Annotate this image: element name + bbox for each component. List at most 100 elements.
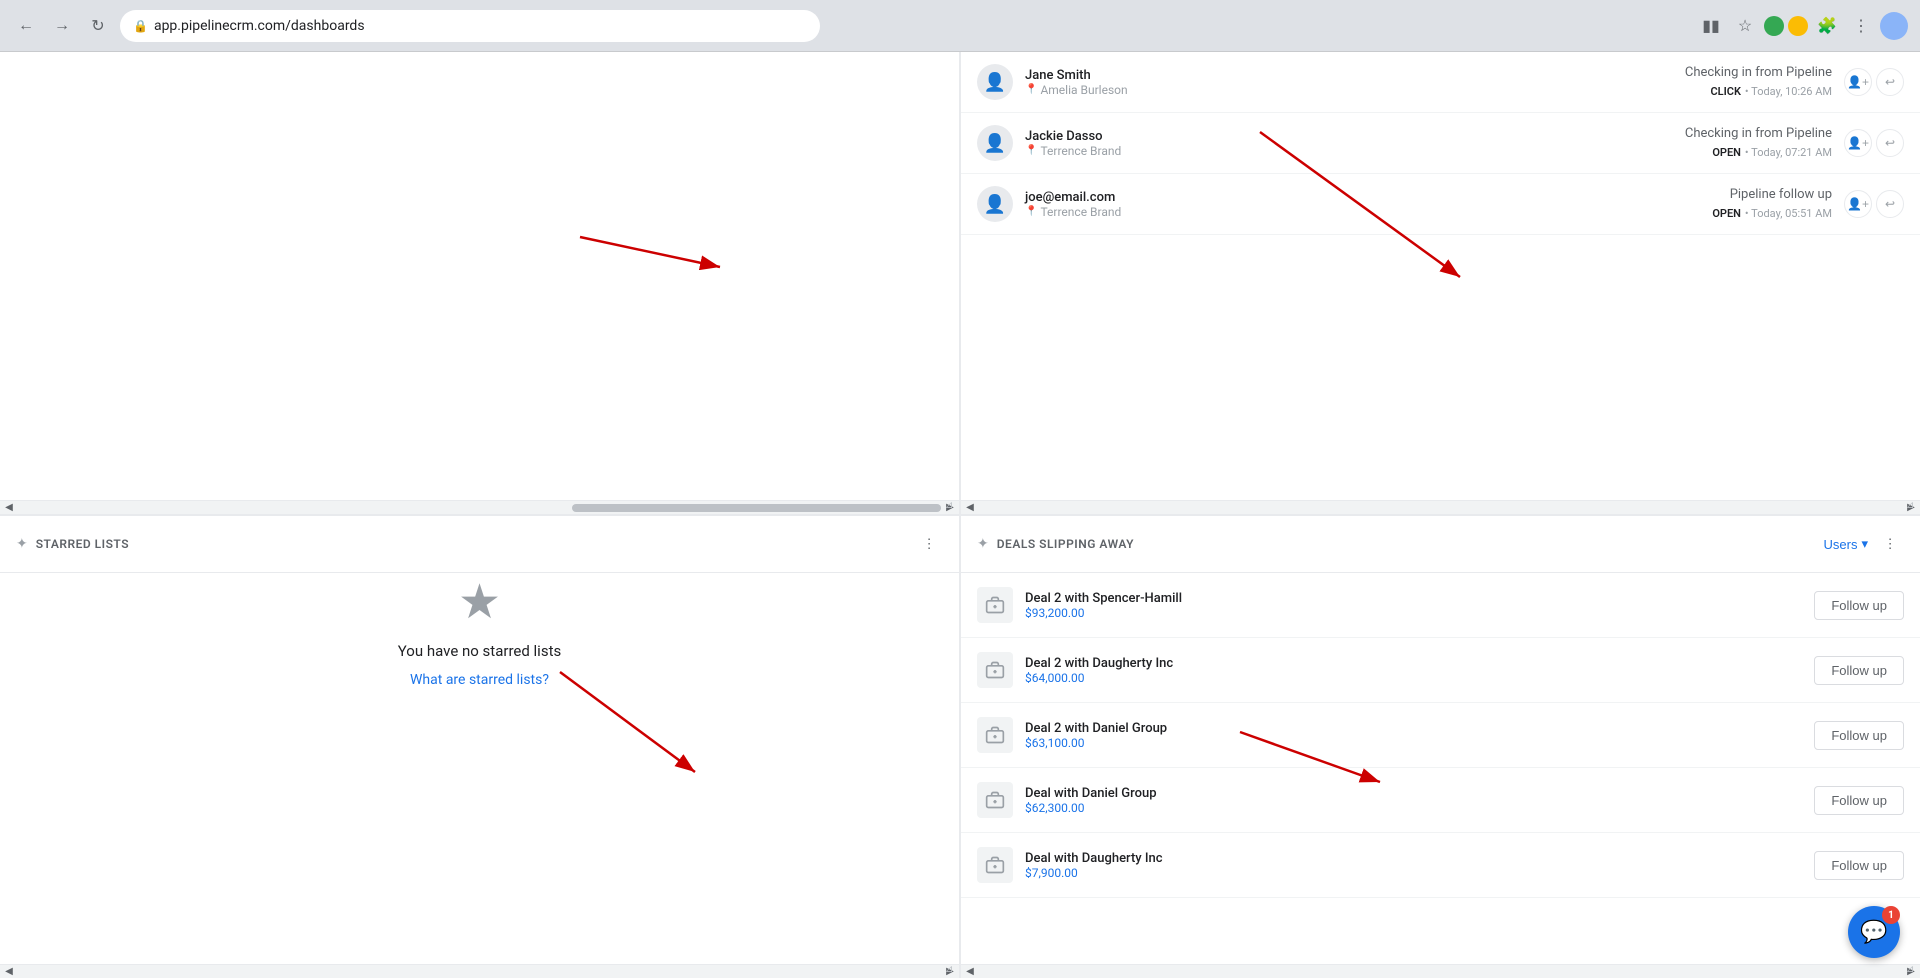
deal-info-1: Deal 2 with Daugherty Inc $64,000.00	[1025, 656, 1802, 685]
browser-chrome: ← → ↻ 🔒 app.pipelinecrm.com/dashboards ▮…	[0, 0, 1920, 52]
pin-icon-2: 📍	[1025, 145, 1037, 156]
resize-handle-br[interactable]: ⊿	[1906, 964, 1918, 976]
email-assign-btn-3[interactable]: 👤+	[1844, 190, 1872, 218]
star-empty-icon: ★	[458, 573, 501, 630]
email-sub: 📍 Amelia Burleson	[1025, 83, 1673, 97]
deal-name-4: Deal with Daugherty Inc	[1025, 851, 1802, 866]
scroll-left-tr[interactable]: ◀	[963, 501, 977, 515]
deal-name-3: Deal with Daniel Group	[1025, 786, 1802, 801]
email-actions-jackie: 👤+ ↩	[1844, 129, 1904, 157]
follow-up-btn-2[interactable]: Follow up	[1814, 721, 1904, 750]
deal-name-0: Deal 2 with Spencer-Hamill	[1025, 591, 1802, 606]
top-right-hscrollbar[interactable]: ◀ ▶	[961, 500, 1920, 514]
deal-icon-0	[977, 587, 1013, 623]
extension-yellow[interactable]	[1788, 16, 1808, 36]
deal-item-1[interactable]: Deal 2 with Daugherty Inc $64,000.00 Fol…	[961, 638, 1920, 703]
deal-info-3: Deal with Daniel Group $62,300.00	[1025, 786, 1802, 815]
follow-up-btn-1[interactable]: Follow up	[1814, 656, 1904, 685]
deals-scroll[interactable]: Deal 2 with Spencer-Hamill $93,200.00 Fo…	[961, 573, 1920, 964]
url-text: app.pipelinecrm.com/dashboards	[154, 18, 807, 34]
deal-amount-3: $62,300.00	[1025, 801, 1802, 815]
avatar-jackie-dasso: 👤	[977, 125, 1013, 161]
extensions-button[interactable]: 🧩	[1812, 11, 1842, 41]
starred-empty-state: ★ You have no starred lists What are sta…	[0, 573, 959, 688]
email-activity-scroll[interactable]: 👤 Jane Smith 📍 Amelia Burleson Checking …	[961, 52, 1920, 500]
email-info-joe: joe@email.com 📍 Terrence Brand	[1025, 190, 1700, 219]
resize-handle-tl[interactable]: ⊿	[945, 500, 957, 512]
extension-green[interactable]	[1764, 16, 1784, 36]
top-left-scroll[interactable]	[0, 52, 959, 500]
starred-lists-header: ✦ STARRED LISTS ⋮	[0, 516, 959, 573]
email-reply-btn-3[interactable]: ↩	[1876, 190, 1904, 218]
menu-button[interactable]: ⋮	[1846, 11, 1876, 41]
starred-lists-kebab[interactable]: ⋮	[915, 530, 943, 558]
profile-button[interactable]	[1880, 12, 1908, 40]
email-sub-jackie: 📍 Terrence Brand	[1025, 144, 1673, 158]
starred-lists-scroll[interactable]: ★ You have no starred lists What are sta…	[0, 573, 959, 964]
deals-icon: ✦	[977, 536, 989, 552]
deals-title: DEALS SLIPPING AWAY	[997, 537, 1816, 551]
email-name-jackie: Jackie Dasso	[1025, 129, 1673, 144]
scroll-left-bl[interactable]: ◀	[2, 965, 16, 978]
deal-amount-0: $93,200.00	[1025, 606, 1802, 620]
email-name: Jane Smith	[1025, 68, 1673, 83]
bottom-right-hscrollbar[interactable]: ◀ ▶	[961, 964, 1920, 978]
starred-empty-text: You have no starred lists	[398, 642, 561, 660]
email-assign-btn[interactable]: 👤+	[1844, 68, 1872, 96]
back-button[interactable]: ←	[12, 12, 40, 40]
email-reply-btn-2[interactable]: ↩	[1876, 129, 1904, 157]
deals-kebab-btn[interactable]: ⋮	[1876, 530, 1904, 558]
email-sub-joe: 📍 Terrence Brand	[1025, 205, 1700, 219]
panel-top-left: ◀ ▶ ⊿	[0, 52, 959, 514]
dashboard-grid: ◀ ▶ ⊿ 👤 Jane Smith 📍 Amelia Burleson	[0, 52, 1920, 978]
chevron-down-icon: ▾	[1861, 536, 1868, 552]
follow-up-btn-3[interactable]: Follow up	[1814, 786, 1904, 815]
cast-button[interactable]: ▮▮	[1696, 11, 1726, 41]
resize-handle-tr[interactable]: ⊿	[1906, 500, 1918, 512]
email-item-jane-smith[interactable]: 👤 Jane Smith 📍 Amelia Burleson Checking …	[961, 52, 1920, 113]
email-info-jane-smith: Jane Smith 📍 Amelia Burleson	[1025, 68, 1673, 97]
panel-top-right: 👤 Jane Smith 📍 Amelia Burleson Checking …	[961, 52, 1920, 514]
chat-bubble[interactable]: 💬 1	[1848, 906, 1900, 958]
follow-up-btn-0[interactable]: Follow up	[1814, 591, 1904, 620]
starred-link[interactable]: What are starred lists?	[410, 672, 549, 688]
bookmark-star-button[interactable]: ☆	[1730, 11, 1760, 41]
panel-starred-lists: ✦ STARRED LISTS ⋮ ★ You have no starred …	[0, 516, 959, 978]
bottom-left-hscrollbar[interactable]: ◀ ▶	[0, 964, 959, 978]
chat-badge: 1	[1882, 906, 1900, 924]
deal-icon-2	[977, 717, 1013, 753]
lock-icon: 🔒	[133, 19, 148, 33]
reload-button[interactable]: ↻	[84, 12, 112, 40]
deal-icon-4	[977, 847, 1013, 883]
avatar-joe: 👤	[977, 186, 1013, 222]
top-left-hscrollbar[interactable]: ◀ ▶	[0, 500, 959, 514]
deal-amount-2: $63,100.00	[1025, 736, 1802, 750]
deal-name-2: Deal 2 with Daniel Group	[1025, 721, 1802, 736]
deals-header: ✦ DEALS SLIPPING AWAY Users ▾ ⋮	[961, 516, 1920, 573]
scroll-left-br[interactable]: ◀	[963, 965, 977, 978]
deal-item-2[interactable]: Deal 2 with Daniel Group $63,100.00 Foll…	[961, 703, 1920, 768]
deal-icon-1	[977, 652, 1013, 688]
starred-lists-title: STARRED LISTS	[36, 537, 907, 551]
deal-item-4[interactable]: Deal with Daugherty Inc $7,900.00 Follow…	[961, 833, 1920, 898]
avatar-jane-smith: 👤	[977, 64, 1013, 100]
follow-up-btn-4[interactable]: Follow up	[1814, 851, 1904, 880]
forward-button[interactable]: →	[48, 12, 76, 40]
users-dropdown-btn[interactable]: Users ▾	[1824, 536, 1868, 552]
deal-info-0: Deal 2 with Spencer-Hamill $93,200.00	[1025, 591, 1802, 620]
deal-info-4: Deal with Daugherty Inc $7,900.00	[1025, 851, 1802, 880]
email-assign-btn-2[interactable]: 👤+	[1844, 129, 1872, 157]
deal-info-2: Deal 2 with Daniel Group $63,100.00	[1025, 721, 1802, 750]
resize-handle-bl[interactable]: ⊿	[945, 964, 957, 976]
email-info-jackie: Jackie Dasso 📍 Terrence Brand	[1025, 129, 1673, 158]
email-meta-jackie: Checking in from Pipeline OPEN • Today, …	[1685, 126, 1832, 160]
address-bar[interactable]: 🔒 app.pipelinecrm.com/dashboards	[120, 10, 820, 42]
email-item-jackie-dasso[interactable]: 👤 Jackie Dasso 📍 Terrence Brand Checking…	[961, 113, 1920, 174]
scroll-left-arrow[interactable]: ◀	[2, 501, 16, 515]
deal-item-0[interactable]: Deal 2 with Spencer-Hamill $93,200.00 Fo…	[961, 573, 1920, 638]
deal-item-3[interactable]: Deal with Daniel Group $62,300.00 Follow…	[961, 768, 1920, 833]
starred-lists-icon: ✦	[16, 536, 28, 552]
email-item-joe[interactable]: 👤 joe@email.com 📍 Terrence Brand Pipelin…	[961, 174, 1920, 235]
pin-icon-3: 📍	[1025, 206, 1037, 217]
email-reply-btn[interactable]: ↩	[1876, 68, 1904, 96]
